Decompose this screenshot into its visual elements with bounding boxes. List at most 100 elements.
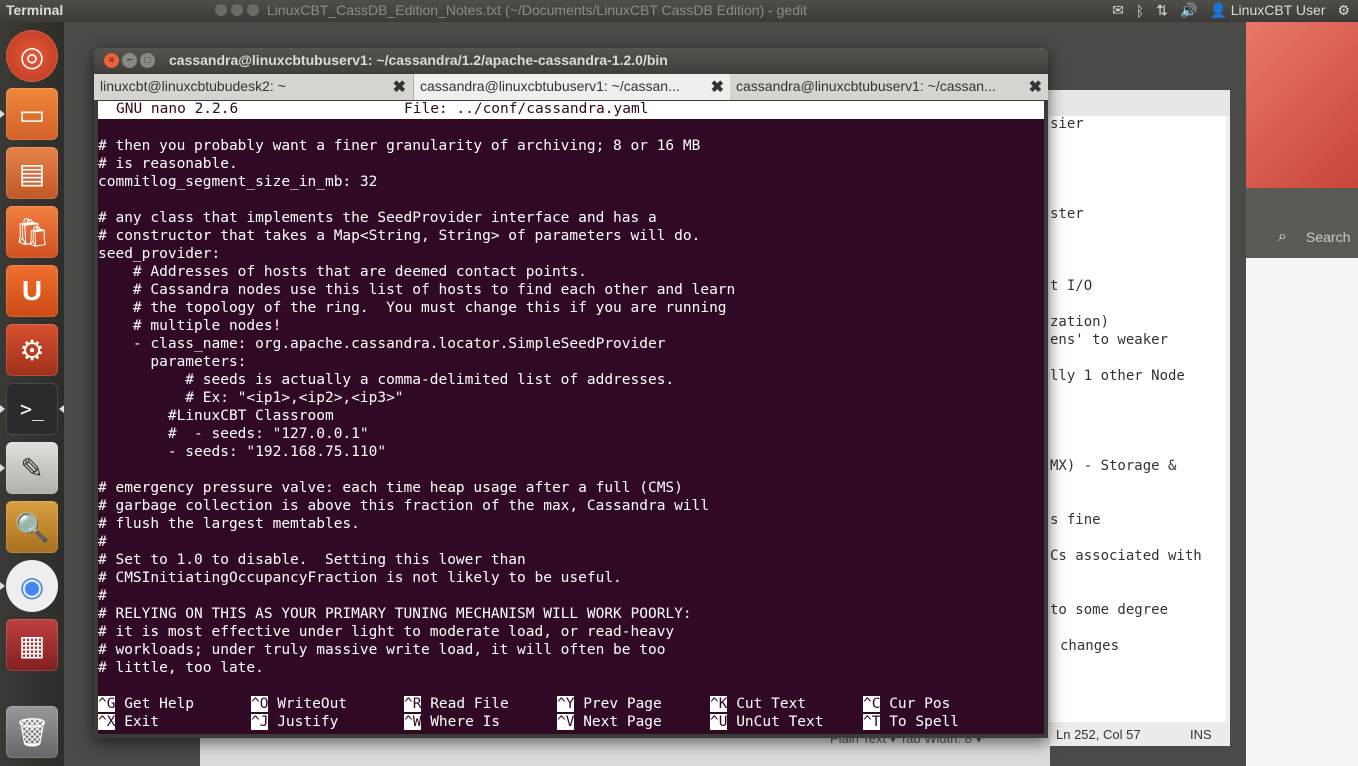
search-panel[interactable]: ⌕ Search [1246, 188, 1358, 258]
nano-line: parameters: [98, 354, 247, 370]
nano-line: commitlog_segment_size_in_mb: 32 [98, 174, 378, 190]
background-window-right [1246, 258, 1358, 766]
bluetooth-icon[interactable]: ᛒ [1136, 3, 1144, 19]
nano-line: #LinuxCBT Classroom [98, 408, 334, 424]
nano-line: seed_provider: [98, 246, 221, 262]
nano-shortcut[interactable]: ^R Read File [404, 695, 509, 713]
top-panel: Terminal LinuxCBT_CassDB_Edition_Notes.t… [0, 0, 1358, 22]
nano-line: # Set to 1.0 to disable. Setting this lo… [98, 552, 526, 568]
dash-home-icon[interactable]: ◎ [6, 30, 58, 82]
nano-shortcut-key: ^U [710, 714, 728, 730]
nano-shortcut-label: UnCut Text [736, 714, 824, 730]
nano-shortcut-key: ^X [98, 714, 116, 730]
tab-close-icon[interactable]: ✖ [1029, 77, 1042, 97]
nano-line: # Ex: "<ip1>,<ip2>,<ip3>" [98, 390, 404, 406]
nano-line: # workloads; under truly massive write l… [98, 642, 666, 658]
nano-line: # CMSInitiatingOccupancyFraction is not … [98, 570, 622, 586]
maximize-icon[interactable]: □ [140, 53, 155, 68]
nano-shortcut-label: Read File [430, 696, 509, 712]
nano-shortcut-label: Next Page [583, 714, 662, 730]
nano-shortcut[interactable]: ^T To Spell [863, 713, 959, 731]
tab-close-icon[interactable]: ✖ [393, 77, 406, 97]
nano-shortcut-key: ^G [98, 696, 116, 712]
nano-shortcut[interactable]: ^W Where Is [404, 713, 500, 731]
nano-line: # seeds is actually a comma-delimited li… [98, 372, 675, 388]
nano-shortcut[interactable]: ^O WriteOut [251, 695, 347, 713]
nano-shortcut[interactable]: ^K Cut Text [710, 695, 806, 713]
tab-userv1-active[interactable]: cassandra@linuxcbtubuserv1: ~/cassan... … [413, 74, 731, 100]
background-statusbar: Plain Text ▾ Tab Width: 8 ▾ [200, 731, 1050, 766]
gedit-line: MX) - Storage & [1050, 458, 1177, 474]
chrome-icon[interactable]: ◉ [0, 560, 58, 612]
tab-label: linuxcbt@linuxcbtubudesk2: ~ [100, 78, 286, 94]
workspace-switcher-icon[interactable]: ▦ [6, 619, 58, 671]
gedit-line: zation) [1050, 314, 1110, 330]
trash-icon[interactable]: 🗑 [6, 706, 58, 758]
nano-shortcut-label: Cur Pos [889, 696, 951, 712]
nano-line: # Addresses of hosts that are deemed con… [98, 264, 587, 280]
gedit-window: sier ster t I/O zation) ens' to weaker l… [1040, 90, 1230, 746]
tab-close-icon[interactable]: ✖ [711, 77, 724, 97]
nano-shortcut[interactable]: ^U UnCut Text [710, 713, 824, 731]
nano-shortcut-label: To Spell [889, 714, 960, 730]
system-settings-icon[interactable]: ⚙ [6, 324, 58, 376]
close-icon[interactable]: × [104, 53, 119, 68]
mail-icon[interactable]: ✉ [1112, 2, 1124, 19]
nano-shortcut-label: Get Help [124, 696, 195, 712]
search-icon: ⌕ [1278, 228, 1287, 245]
impress-icon[interactable]: ▤ [6, 147, 58, 199]
volume-icon[interactable]: 🔊 [1180, 2, 1197, 19]
terminal-window: × − □ cassandra@linuxcbtubuserv1: ~/cass… [94, 48, 1048, 738]
terminal-titlebar[interactable]: × − □ cassandra@linuxcbtubuserv1: ~/cass… [94, 48, 1048, 74]
nano-shortcut[interactable]: ^V Next Page [557, 713, 662, 731]
close-icon[interactable] [215, 4, 227, 16]
terminal-tabs: linuxcbt@linuxcbtubudesk2: ~ ✖ cassandra… [94, 74, 1048, 100]
nano-shortcut-key: ^Y [557, 696, 575, 712]
nano-shortcut-key: ^O [251, 696, 269, 712]
nano-shortcut[interactable]: ^G Get Help [98, 695, 194, 713]
nano-line: # is reasonable. [98, 156, 238, 172]
ubuntu-one-icon[interactable]: U [6, 265, 58, 317]
nano-filename: File: ../conf/cassandra.yaml [404, 101, 649, 117]
nano-header: GNU nano 2.2.6 File: ../conf/cassandra.y… [98, 101, 1044, 119]
terminal-title: cassandra@linuxcbtubuserv1: ~/cassandra/… [169, 52, 668, 68]
files-icon[interactable]: ▭ [0, 88, 58, 140]
tab-userv1[interactable]: cassandra@linuxcbtubuserv1: ~/cassan... … [730, 74, 1048, 100]
nano-shortcut-key: ^K [710, 696, 728, 712]
background-window-red [1246, 22, 1358, 188]
minimize-icon[interactable]: − [122, 53, 137, 68]
nano-line: # little, too late. [98, 660, 264, 676]
gedit-line: ster [1050, 206, 1084, 222]
nano-shortcut-key: ^T [863, 714, 881, 730]
maximize-icon[interactable] [247, 4, 259, 16]
nano-shortcut[interactable]: ^J Justify [251, 713, 338, 731]
search-label: Search [1306, 229, 1351, 245]
nano-version: GNU nano 2.2.6 [116, 101, 239, 117]
nano-line: # - seeds: "127.0.0.1" [98, 426, 369, 442]
nano-line: - class_name: org.apache.cassandra.locat… [98, 336, 666, 352]
gedit-line: t I/O [1050, 278, 1093, 294]
software-center-icon[interactable]: 🛍 [6, 206, 58, 258]
nano-shortcut[interactable]: ^C Cur Pos [863, 695, 950, 713]
gedit-line: lly 1 other Node [1050, 368, 1185, 384]
nano-shortcut[interactable]: ^X Exit [98, 713, 159, 731]
gedit-insert-mode: INS [1190, 727, 1212, 742]
nano-line: # then you probably want a finer granula… [98, 138, 701, 154]
nano-editor[interactable]: GNU nano 2.2.6 File: ../conf/cassandra.y… [98, 101, 1044, 734]
background-window-title[interactable]: LinuxCBT_CassDB_Edition_Notes.txt (~/Doc… [215, 2, 807, 18]
image-viewer-icon[interactable]: 🔍 [6, 501, 58, 553]
minimize-icon[interactable] [231, 4, 243, 16]
network-icon[interactable]: ⇅ [1156, 2, 1168, 19]
terminal-icon[interactable]: >_ [0, 383, 64, 435]
nano-shortcut[interactable]: ^Y Prev Page [557, 695, 662, 713]
nano-shortcut-label: Exit [124, 714, 160, 730]
nano-line: # [98, 534, 107, 550]
tab-desk2[interactable]: linuxcbt@linuxcbtubudesk2: ~ ✖ [94, 74, 412, 100]
gedit-text-area[interactable]: sier ster t I/O zation) ens' to weaker l… [1050, 116, 1226, 722]
text-editor-icon[interactable]: ✎ [0, 442, 58, 494]
gedit-line: changes [1060, 638, 1120, 654]
gedit-line: s fine [1050, 512, 1101, 528]
user-menu[interactable]: 👤 LinuxCBT User [1209, 2, 1325, 19]
nano-line: # flush the largest memtables. [98, 516, 360, 532]
gear-icon[interactable]: ⚙ [1337, 2, 1350, 19]
